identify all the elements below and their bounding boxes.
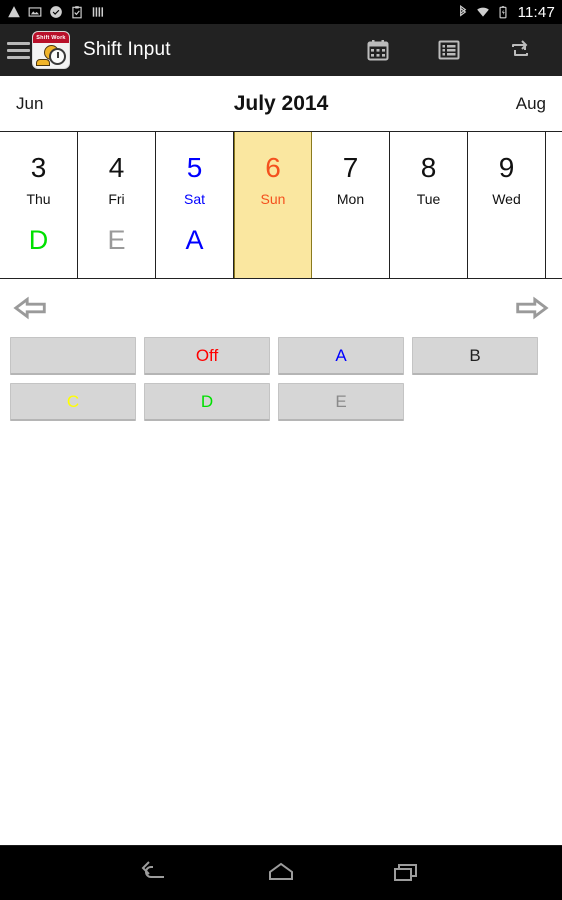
day-cell[interactable]: 7 Mon xyxy=(312,132,390,278)
list-icon[interactable] xyxy=(437,38,461,62)
day-number: 8 xyxy=(420,152,437,183)
app-icon[interactable]: Shift Work xyxy=(32,31,70,69)
week-navigation-row xyxy=(0,279,562,337)
day-weekday-label: Sun xyxy=(260,191,286,207)
shift-option-button[interactable]: Off xyxy=(144,337,270,375)
month-navigation-bar: Jun July 2014 Aug xyxy=(0,76,562,131)
status-bar-notification-icons xyxy=(7,5,105,19)
action-bar-buttons xyxy=(366,38,550,62)
day-cell[interactable]: 8 Tue xyxy=(390,132,468,278)
day-number: 5 xyxy=(186,152,203,183)
shift-option-button[interactable] xyxy=(10,337,136,375)
day-number: 9 xyxy=(498,152,515,183)
day-number: 6 xyxy=(265,152,281,183)
day-number: 7 xyxy=(342,152,359,183)
shift-button-spacer xyxy=(412,383,538,421)
hamburger-menu-icon[interactable] xyxy=(4,41,30,59)
day-number: 4 xyxy=(108,152,125,183)
status-bar-system-icons: 11:47 xyxy=(456,4,555,21)
clipboard-check-icon xyxy=(72,6,82,19)
day-shift-letter: D xyxy=(28,225,49,255)
check-circle-icon xyxy=(50,6,62,18)
app-icon-arm xyxy=(36,59,50,66)
day-cell[interactable]: 5 Sat A xyxy=(156,132,234,278)
week-day-strip[interactable]: 3 Thu D 4 Fri E 5 Sat A 6 Sun 7 Mon 8 Tue 9 Wed xyxy=(0,131,562,279)
image-icon xyxy=(28,7,42,17)
battery-icon xyxy=(499,6,507,19)
repeat-icon[interactable] xyxy=(508,38,532,62)
shift-option-button[interactable]: A xyxy=(278,337,404,375)
day-cell[interactable] xyxy=(546,132,562,278)
current-month-label: July 2014 xyxy=(233,91,329,115)
shift-button-pad: Off A B CDE xyxy=(0,337,562,429)
bars-icon xyxy=(92,7,104,17)
day-cell[interactable]: 9 Wed xyxy=(468,132,546,278)
day-cell[interactable]: 3 Thu D xyxy=(0,132,78,278)
day-shift-letter: A xyxy=(185,225,204,255)
day-cell[interactable]: 6 Sun xyxy=(234,132,312,278)
app-screen: 11:47 Shift Work Shift Input Jun July 20… xyxy=(0,0,562,900)
shift-option-button[interactable]: C xyxy=(10,383,136,421)
shift-option-button[interactable]: E xyxy=(278,383,404,421)
arrow-left-icon[interactable] xyxy=(12,293,50,323)
app-icon-banner: Shift Work xyxy=(33,32,69,43)
recent-apps-icon[interactable] xyxy=(390,859,424,887)
status-bar-clock: 11:47 xyxy=(517,3,555,21)
app-icon-clock-hand xyxy=(57,52,59,58)
previous-month-button[interactable]: Jun xyxy=(16,94,43,114)
system-navigation-bar xyxy=(0,845,562,900)
wifi-icon xyxy=(476,7,489,17)
bluetooth-icon xyxy=(459,5,466,17)
shift-option-button[interactable]: B xyxy=(412,337,538,375)
arrow-right-icon[interactable] xyxy=(512,293,550,323)
empty-content-area xyxy=(0,429,562,845)
home-icon[interactable] xyxy=(264,859,298,887)
day-weekday-label: Wed xyxy=(492,191,521,207)
shift-button-row-2: CDE xyxy=(10,383,552,421)
warning-icon xyxy=(8,6,20,18)
day-weekday-label: Tue xyxy=(416,191,441,207)
shift-button-row-1: Off A B xyxy=(10,337,552,375)
back-icon[interactable] xyxy=(138,859,172,887)
day-weekday-label: Mon xyxy=(336,191,365,207)
next-month-button[interactable]: Aug xyxy=(516,94,546,114)
day-weekday-label: Fri xyxy=(108,191,125,207)
day-weekday-label: Sat xyxy=(183,191,205,207)
day-cell[interactable]: 4 Fri E xyxy=(78,132,156,278)
calendar-icon[interactable] xyxy=(366,38,390,62)
shift-option-button[interactable]: D xyxy=(144,383,270,421)
status-bar: 11:47 xyxy=(0,0,562,24)
day-shift-letter: E xyxy=(107,225,126,255)
day-number: 3 xyxy=(30,152,47,183)
day-weekday-label: Thu xyxy=(26,191,51,207)
action-bar: Shift Work Shift Input xyxy=(0,24,562,76)
page-title: Shift Input xyxy=(83,39,171,60)
